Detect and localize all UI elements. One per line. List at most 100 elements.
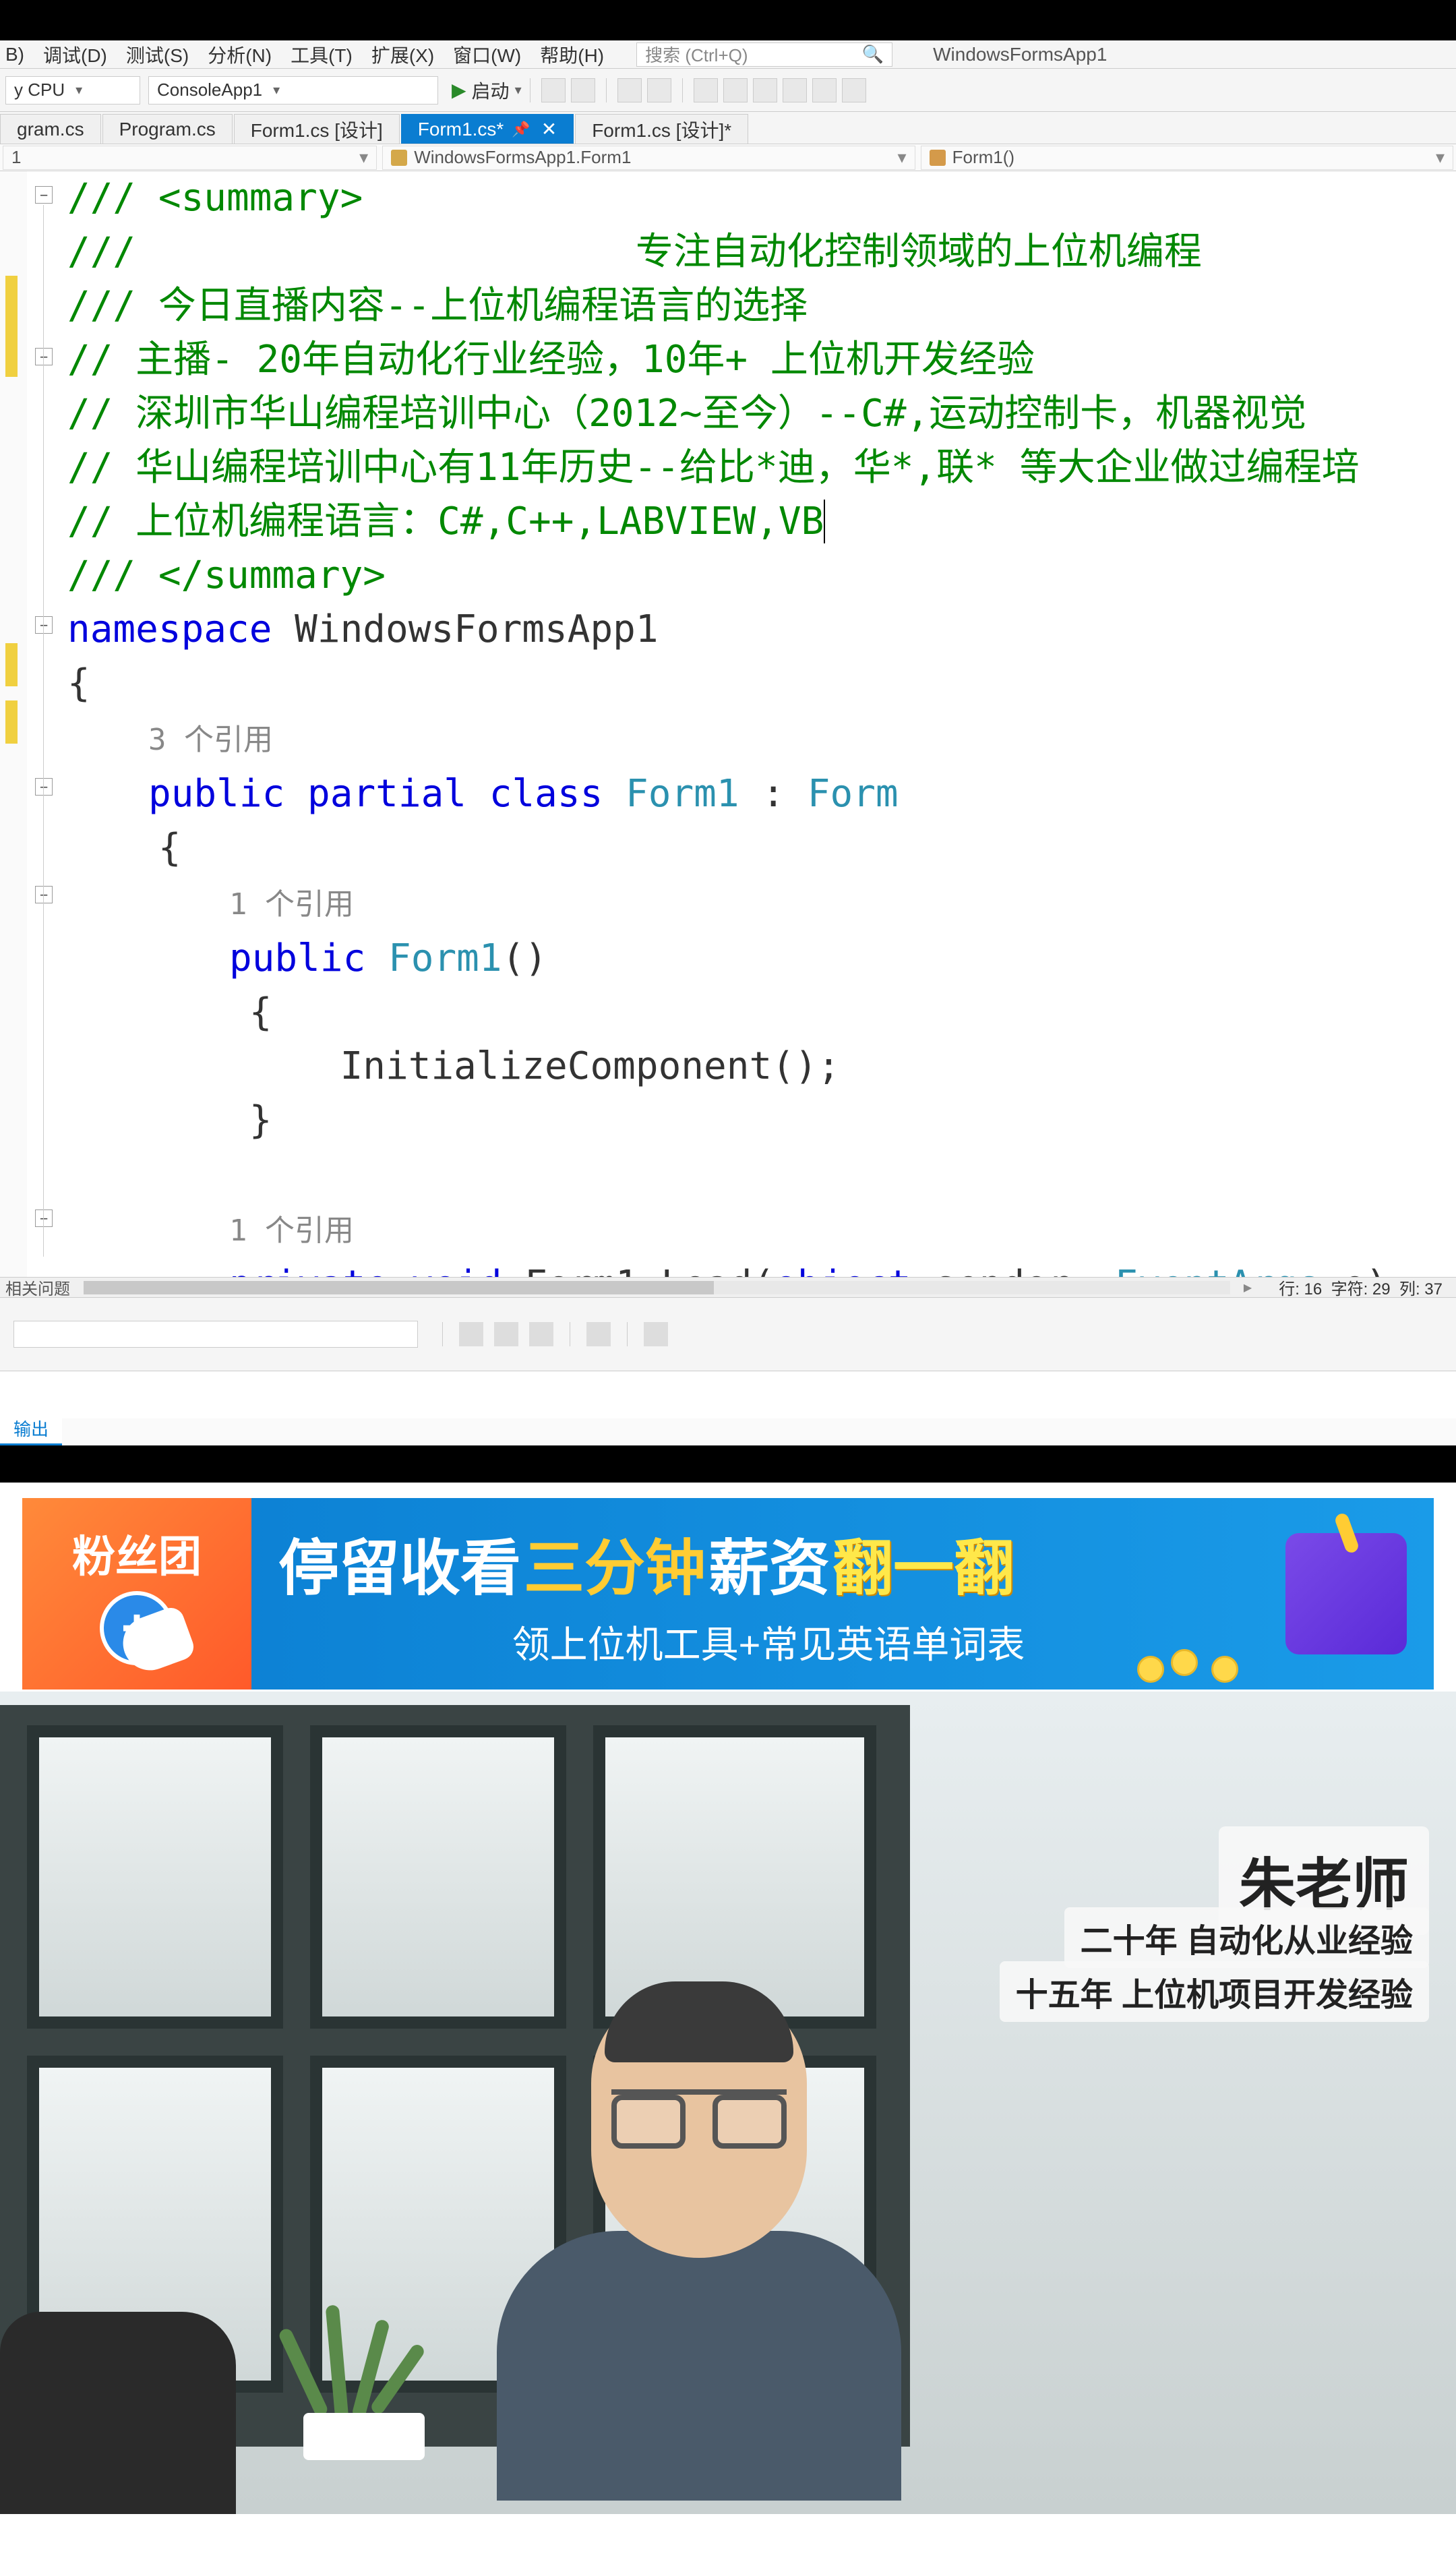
menu-item-debug[interactable]: 调试(D) <box>43 41 107 68</box>
webcam-video: 朱老师 二十年 自动化从业经验 十五年 上位机项目开发经验 <box>0 1692 1456 2514</box>
fold-toggle[interactable]: − <box>35 778 53 796</box>
fold-toggle[interactable]: − <box>35 186 53 204</box>
codelens-references[interactable]: 1 个引用 <box>27 1201 1456 1258</box>
toolbar-icon-4[interactable] <box>647 78 671 102</box>
plus-icon[interactable]: + <box>100 1591 174 1665</box>
scrollbar-track[interactable] <box>84 1281 1230 1294</box>
tab-label: Form1.cs [设计] <box>251 116 383 143</box>
lower-combo[interactable] <box>13 1321 418 1348</box>
hand-cursor-icon <box>115 1604 197 1677</box>
menu-item-extensions[interactable]: 扩展(X) <box>371 41 434 68</box>
code-line: // 上位机编程语言：C#,C++,LABVIEW,VB <box>27 495 1456 549</box>
tab-form1-designer[interactable]: Form1.cs [设计] <box>234 114 400 144</box>
lower-icon-4[interactable] <box>586 1322 611 1346</box>
toolbar-icon-1[interactable] <box>541 78 566 102</box>
status-line: 行: 16 字符: 29 列: 37 <box>1265 1276 1456 1299</box>
presenter-figure <box>463 1988 935 2514</box>
gift-icon <box>1285 1533 1407 1654</box>
separator <box>682 78 683 102</box>
fold-toggle[interactable]: − <box>35 1209 53 1227</box>
code-line: { <box>27 821 1456 875</box>
tab-label: Program.cs <box>119 119 216 140</box>
fan-badge[interactable]: 粉丝团 + <box>22 1498 251 1690</box>
coins-decoration <box>1137 1642 1272 1683</box>
blank-area <box>0 1371 1456 1418</box>
editor-hscroll[interactable]: 相关问题 ▶ 行: 16 字符: 29 列: 37 <box>0 1277 1456 1297</box>
toolbar-icon-10[interactable] <box>842 78 866 102</box>
lower-icon-1[interactable] <box>459 1322 483 1346</box>
nav-label: 1 <box>11 147 21 168</box>
toolbar-icon-5[interactable] <box>694 78 718 102</box>
toolbar: y CPU ConsoleApp1 ▶ 启动 ▾ <box>0 69 1456 112</box>
nav-label: Form1() <box>952 147 1014 168</box>
separator <box>627 1322 628 1346</box>
code-line: private void Form1_Load(object sender, E… <box>27 1258 1456 1277</box>
code-line: { <box>27 657 1456 711</box>
text-caret <box>824 500 825 543</box>
chair-decoration <box>0 2312 236 2514</box>
change-marker <box>5 643 18 686</box>
scrollbar-thumb[interactable] <box>84 1281 714 1294</box>
menubar: B) 调试(D) 测试(S) 分析(N) 工具(T) 扩展(X) 窗口(W) 帮… <box>0 40 1456 69</box>
scroll-arrow-right[interactable]: ▶ <box>1244 1281 1252 1294</box>
fold-line <box>43 205 44 1257</box>
tab-program-cs[interactable]: Program.cs <box>102 114 233 144</box>
app-title: WindowsFormsApp1 <box>933 44 1107 65</box>
nav-combo-class[interactable]: WindowsFormsApp1.Form1 <box>382 146 915 170</box>
toolbar-icon-9[interactable] <box>812 78 837 102</box>
menu-item-help[interactable]: 帮助(H) <box>540 41 604 68</box>
tab-label: gram.cs <box>17 119 84 140</box>
chevron-down-icon[interactable]: ▾ <box>515 82 522 98</box>
nav-label: WindowsFormsApp1.Form1 <box>414 147 631 168</box>
codelens-references[interactable]: 3 个引用 <box>27 711 1456 767</box>
toolbar-icon-2[interactable] <box>571 78 595 102</box>
search-icon: 🔍 <box>862 44 884 65</box>
menu-item-test[interactable]: 测试(S) <box>126 41 189 68</box>
tab-form1-designer-mod[interactable]: Form1.cs [设计]* <box>575 114 748 144</box>
lower-icon-2[interactable] <box>494 1322 518 1346</box>
code-line: /// 今日直播内容--上位机编程语言的选择 <box>27 279 1456 333</box>
toolbar-icon-3[interactable] <box>617 78 642 102</box>
startup-project-combo[interactable]: ConsoleApp1 <box>148 76 438 104</box>
code-line: // 主播- 20年自动化行业经验，10年+ 上位机开发经验 <box>27 333 1456 387</box>
code-line: public Form1() <box>27 932 1456 986</box>
lower-icon-5[interactable] <box>644 1322 668 1346</box>
code-line: /// 专注自动化控制领域的上位机编程 <box>27 225 1456 279</box>
fold-toggle[interactable]: − <box>35 616 53 634</box>
pin-icon[interactable]: 📌 <box>512 121 530 138</box>
change-marker <box>5 276 18 377</box>
fold-toggle[interactable]: − <box>35 886 53 903</box>
toolbar-icon-7[interactable] <box>753 78 777 102</box>
codelens-references[interactable]: 1 个引用 <box>27 875 1456 932</box>
banner-text: 停留收看三分钟 薪资翻一翻 领上位机工具+常见英语单词表 <box>251 1519 1285 1669</box>
close-icon[interactable]: ✕ <box>541 118 557 140</box>
code-editor[interactable]: − − − − − − /// <summary> /// 专注自动化控制领域的… <box>0 171 1456 1277</box>
tab-gram-cs[interactable]: gram.cs <box>0 114 101 144</box>
menu-item-tools[interactable]: 工具(T) <box>291 41 353 68</box>
presenter-credential-2: 十五年 上位机项目开发经验 <box>1000 1961 1429 2022</box>
banner-headline: 停留收看三分钟 薪资翻一翻 <box>278 1519 1258 1607</box>
nav-combo-member[interactable]: Form1() <box>921 146 1453 170</box>
lower-icon-3[interactable] <box>529 1322 553 1346</box>
promo-banner[interactable]: 粉丝团 + 停留收看三分钟 薪资翻一翻 领上位机工具+常见英语单词表 <box>20 1496 1436 1692</box>
tab-form1-cs-active[interactable]: Form1.cs* 📌 ✕ <box>401 114 574 144</box>
toolbar-icon-8[interactable] <box>783 78 807 102</box>
code-line: // 华山编程培训中心有11年历史--给比*迪，华*,联* 等大企业做过编程培 <box>27 441 1456 495</box>
search-input[interactable]: 搜索 (Ctrl+Q) 🔍 <box>636 42 892 67</box>
output-tab[interactable]: 输出 <box>0 1413 62 1445</box>
lower-toolbar <box>0 1297 1456 1371</box>
cpu-combo[interactable]: y CPU <box>5 76 140 104</box>
change-marker <box>5 700 18 744</box>
tab-label: Form1.cs* <box>418 119 504 140</box>
fold-toggle[interactable]: − <box>35 348 53 365</box>
play-icon[interactable]: ▶ <box>452 79 466 101</box>
menu-item-partial[interactable]: B) <box>5 44 24 65</box>
method-icon <box>930 150 946 166</box>
presenter-credential-1: 二十年 自动化从业经验 <box>1064 1907 1429 1968</box>
nav-combo-left[interactable]: 1 <box>3 146 377 170</box>
menu-item-analyze[interactable]: 分析(N) <box>208 41 272 68</box>
toolbar-icon-6[interactable] <box>723 78 748 102</box>
menu-item-window[interactable]: 窗口(W) <box>453 41 521 68</box>
start-button[interactable]: 启动 <box>472 77 510 104</box>
related-issues-label[interactable]: 相关问题 <box>0 1276 70 1299</box>
